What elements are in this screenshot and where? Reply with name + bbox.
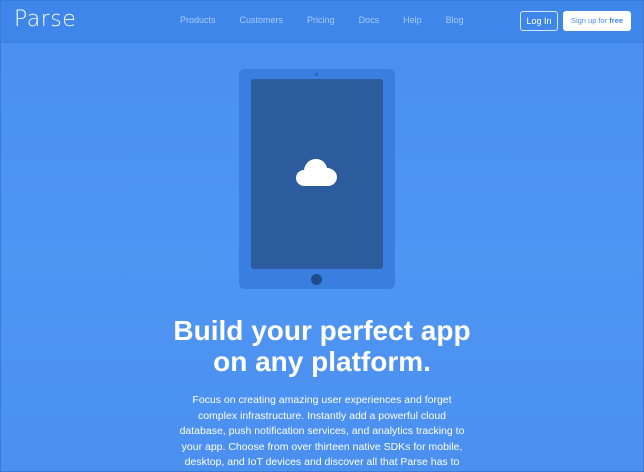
tablet-screen	[251, 79, 383, 269]
login-button[interactable]: Log In	[520, 11, 558, 31]
signup-label: Sign up for	[570, 16, 610, 25]
parse-logo[interactable]: Parse	[14, 7, 76, 32]
tablet-illustration	[239, 69, 395, 289]
headline-line-2: on any platform.	[213, 346, 431, 377]
nav-link-customers[interactable]: Customers	[240, 15, 284, 25]
nav-link-help[interactable]: Help	[403, 15, 422, 25]
signup-button[interactable]: Sign up for free	[563, 11, 631, 31]
hero-headline: Build your perfect app on any platform.	[1, 315, 643, 377]
top-navbar: Parse Products Customers Pricing Docs He…	[1, 1, 643, 43]
signup-emphasis: free	[609, 16, 624, 25]
cloud-icon	[296, 159, 337, 186]
nav-link-docs[interactable]: Docs	[359, 15, 380, 25]
headline-line-1: Build your perfect app	[173, 315, 471, 346]
page-frame: Parse Products Customers Pricing Docs He…	[0, 0, 644, 472]
tablet-camera	[315, 73, 318, 76]
nav-link-pricing[interactable]: Pricing	[307, 15, 335, 25]
nav-links: Products Customers Pricing Docs Help Blo…	[180, 15, 464, 25]
tablet-home-button	[311, 274, 322, 285]
nav-link-products[interactable]: Products	[180, 15, 216, 25]
nav-link-blog[interactable]: Blog	[446, 15, 464, 25]
hero-description: Focus on creating amazing user experienc…	[179, 394, 465, 468]
